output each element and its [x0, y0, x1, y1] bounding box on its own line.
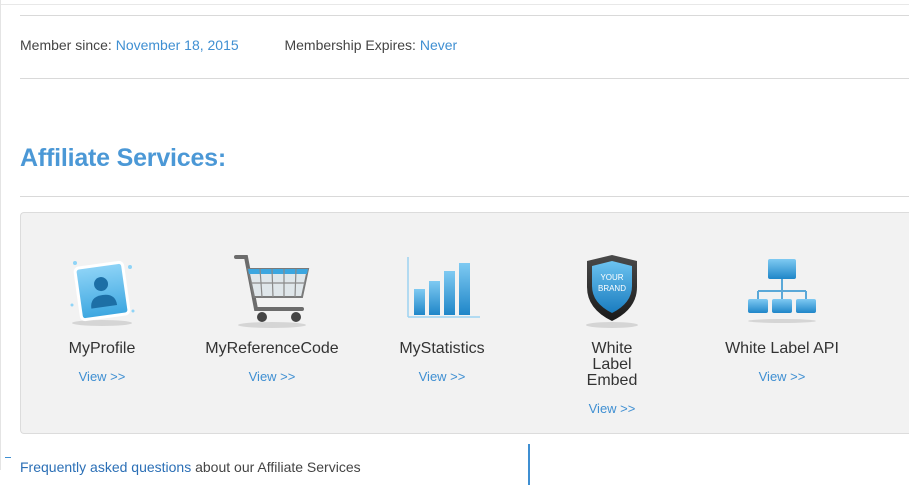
- page: Member since: November 18, 2015 Membersh…: [0, 0, 909, 485]
- service-name: MyReferenceCode: [205, 340, 339, 357]
- decorative-tick: [5, 457, 11, 458]
- affiliate-services-panel: MyProfile View >> MyReferenceCode View >…: [20, 212, 909, 434]
- service-white-label-api[interactable]: White Label API View >>: [702, 249, 862, 384]
- view-link[interactable]: View >>: [362, 369, 522, 384]
- service-white-label-embed[interactable]: YOUR BRAND White Label Embed View >>: [532, 249, 692, 416]
- left-border: [0, 0, 1, 470]
- section-title: Affiliate Services:: [20, 144, 227, 172]
- divider: [20, 196, 909, 197]
- top-border: [0, 0, 909, 5]
- membership-info: Member since: November 18, 2015 Membersh…: [20, 37, 457, 53]
- faq-row: Frequently asked questions about our Aff…: [20, 459, 361, 475]
- view-link[interactable]: View >>: [192, 369, 352, 384]
- divider: [20, 78, 909, 79]
- faq-link[interactable]: Frequently asked questions: [20, 459, 191, 475]
- hierarchy-icon: [702, 249, 862, 329]
- view-link[interactable]: View >>: [532, 401, 692, 416]
- shield-badge-icon: YOUR BRAND: [532, 249, 692, 329]
- faq-text: about our Affiliate Services: [191, 459, 361, 475]
- view-link[interactable]: View >>: [702, 369, 862, 384]
- bar-chart-icon: [362, 249, 522, 329]
- service-myprofile[interactable]: MyProfile View >>: [22, 249, 182, 384]
- column-divider: [528, 444, 530, 485]
- divider: [20, 15, 909, 16]
- service-myreferencecode[interactable]: MyReferenceCode View >>: [192, 249, 352, 384]
- service-name: White Label API: [725, 340, 839, 357]
- service-name: MyStatistics: [399, 340, 485, 357]
- shopping-cart-icon: [192, 249, 352, 329]
- service-name: MyProfile: [68, 340, 136, 357]
- membership-expires-value: Never: [419, 37, 458, 53]
- member-since-label: Member since:: [20, 37, 112, 53]
- svg-text:BRAND: BRAND: [598, 284, 626, 293]
- member-since-value: November 18, 2015: [115, 37, 239, 53]
- view-link[interactable]: View >>: [22, 369, 182, 384]
- membership-expires-label: Membership Expires:: [284, 37, 416, 53]
- service-mystatistics[interactable]: MyStatistics View >>: [362, 249, 522, 384]
- profile-icon: [22, 249, 182, 329]
- svg-text:YOUR: YOUR: [600, 273, 623, 282]
- service-name: White Label Embed: [586, 340, 638, 389]
